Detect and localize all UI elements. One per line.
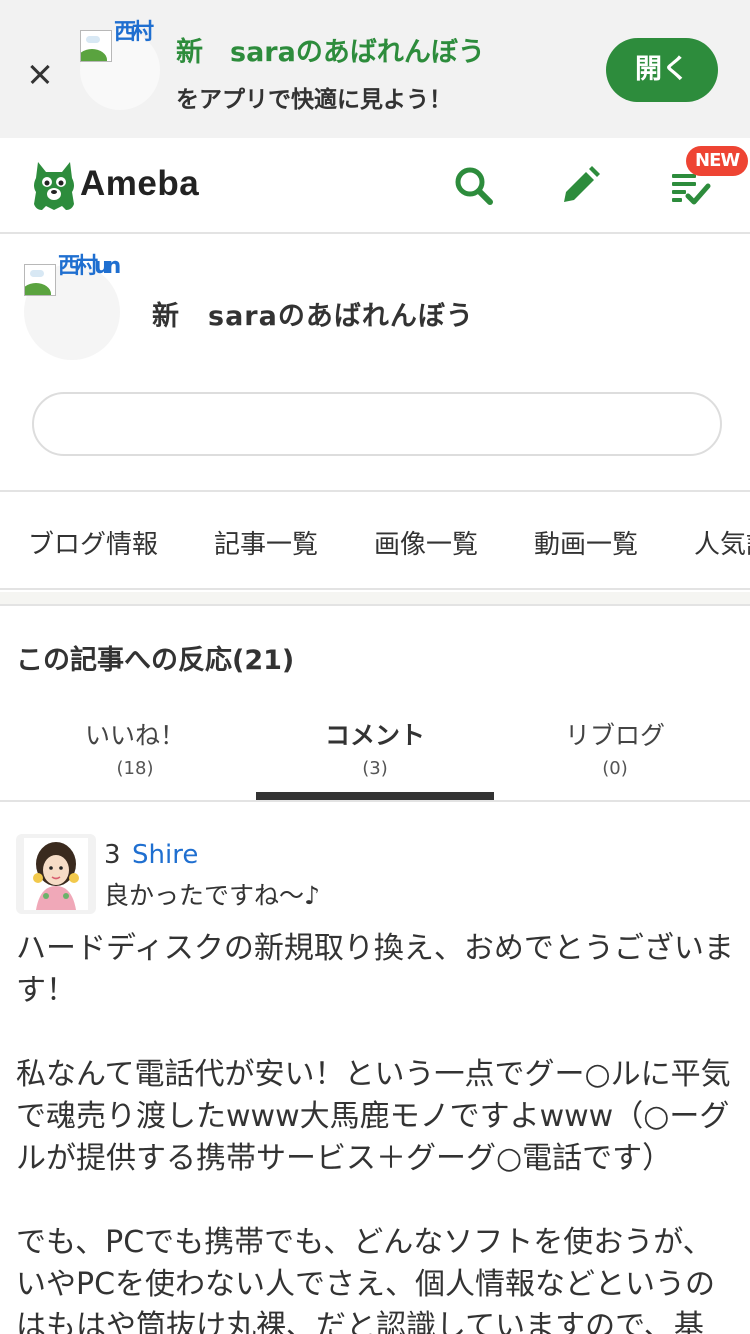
comment-title: 良かったですね～♪ <box>104 881 320 910</box>
tab-image-list[interactable]: 画像一覧 <box>374 524 478 561</box>
banner-subtitle: をアプリで快適に見よう！ <box>176 87 452 113</box>
tab-article-list[interactable]: 記事一覧 <box>214 524 318 561</box>
tab-comments-label: コメント <box>324 721 425 750</box>
broken-image-icon <box>24 264 56 296</box>
tab-reblogs-count: (0) <box>602 758 628 779</box>
avatar-alt-text: 西村un <box>58 254 121 279</box>
site-header: Ameba NEW <box>0 138 750 234</box>
active-tab-indicator <box>256 792 494 800</box>
section-divider <box>0 592 750 606</box>
broken-image-icon <box>80 30 112 62</box>
commenter-avatar[interactable] <box>16 834 96 914</box>
reactions-title: この記事への反応(21) <box>16 645 295 676</box>
tab-video-list[interactable]: 動画一覧 <box>534 524 638 561</box>
comment-body: ハードディスクの新規取り換え、おめでとうございます！ 私なんて電話代が安い！とい… <box>16 931 734 1334</box>
tab-likes-count: (18) <box>116 758 154 779</box>
banner-avatar: 西村 <box>80 20 160 110</box>
tab-comments[interactable]: コメント (3) <box>256 700 494 800</box>
search-input[interactable] <box>32 392 722 456</box>
ameba-mascot-icon <box>34 162 74 210</box>
blog-nav: ブログ情報 記事一覧 画像一覧 動画一覧 人気記 <box>0 494 750 590</box>
profile-avatar[interactable]: 西村un <box>24 254 121 360</box>
close-icon[interactable] <box>22 56 58 92</box>
new-badge: NEW <box>686 146 749 176</box>
logo-text: Ameba <box>80 164 200 203</box>
open-app-button[interactable]: 開く <box>606 38 718 102</box>
blog-name[interactable]: 新 saraのあばれんぼう <box>152 294 474 333</box>
app-banner: 西村 新 saraのあばれんぼう をアプリで快適に見よう！ 開く <box>0 0 750 138</box>
banner-title: 新 saraのあばれんぼう <box>176 37 485 68</box>
tab-reblogs-label: リブログ <box>564 721 665 750</box>
blog-profile: 西村un 新 saraのあばれんぼう <box>0 236 750 492</box>
tab-blog-info[interactable]: ブログ情報 <box>28 524 158 561</box>
tab-comments-count: (3) <box>362 758 388 779</box>
tab-likes-label: いいね！ <box>84 721 185 750</box>
pencil-icon[interactable] <box>556 162 604 210</box>
commenter-avatar-image <box>24 838 88 910</box>
ameba-logo[interactable]: Ameba <box>30 158 200 214</box>
tab-popular[interactable]: 人気記 <box>694 524 750 561</box>
search-icon[interactable] <box>450 162 498 210</box>
tabs-divider <box>0 800 750 802</box>
comment-number: 3 <box>104 840 121 870</box>
tab-reblogs[interactable]: リブログ (0) <box>496 700 734 800</box>
tab-likes[interactable]: いいね！ (18) <box>16 700 254 800</box>
comment-author-link[interactable]: Shire <box>132 840 198 870</box>
avatar-alt-text: 西村 <box>114 20 154 45</box>
